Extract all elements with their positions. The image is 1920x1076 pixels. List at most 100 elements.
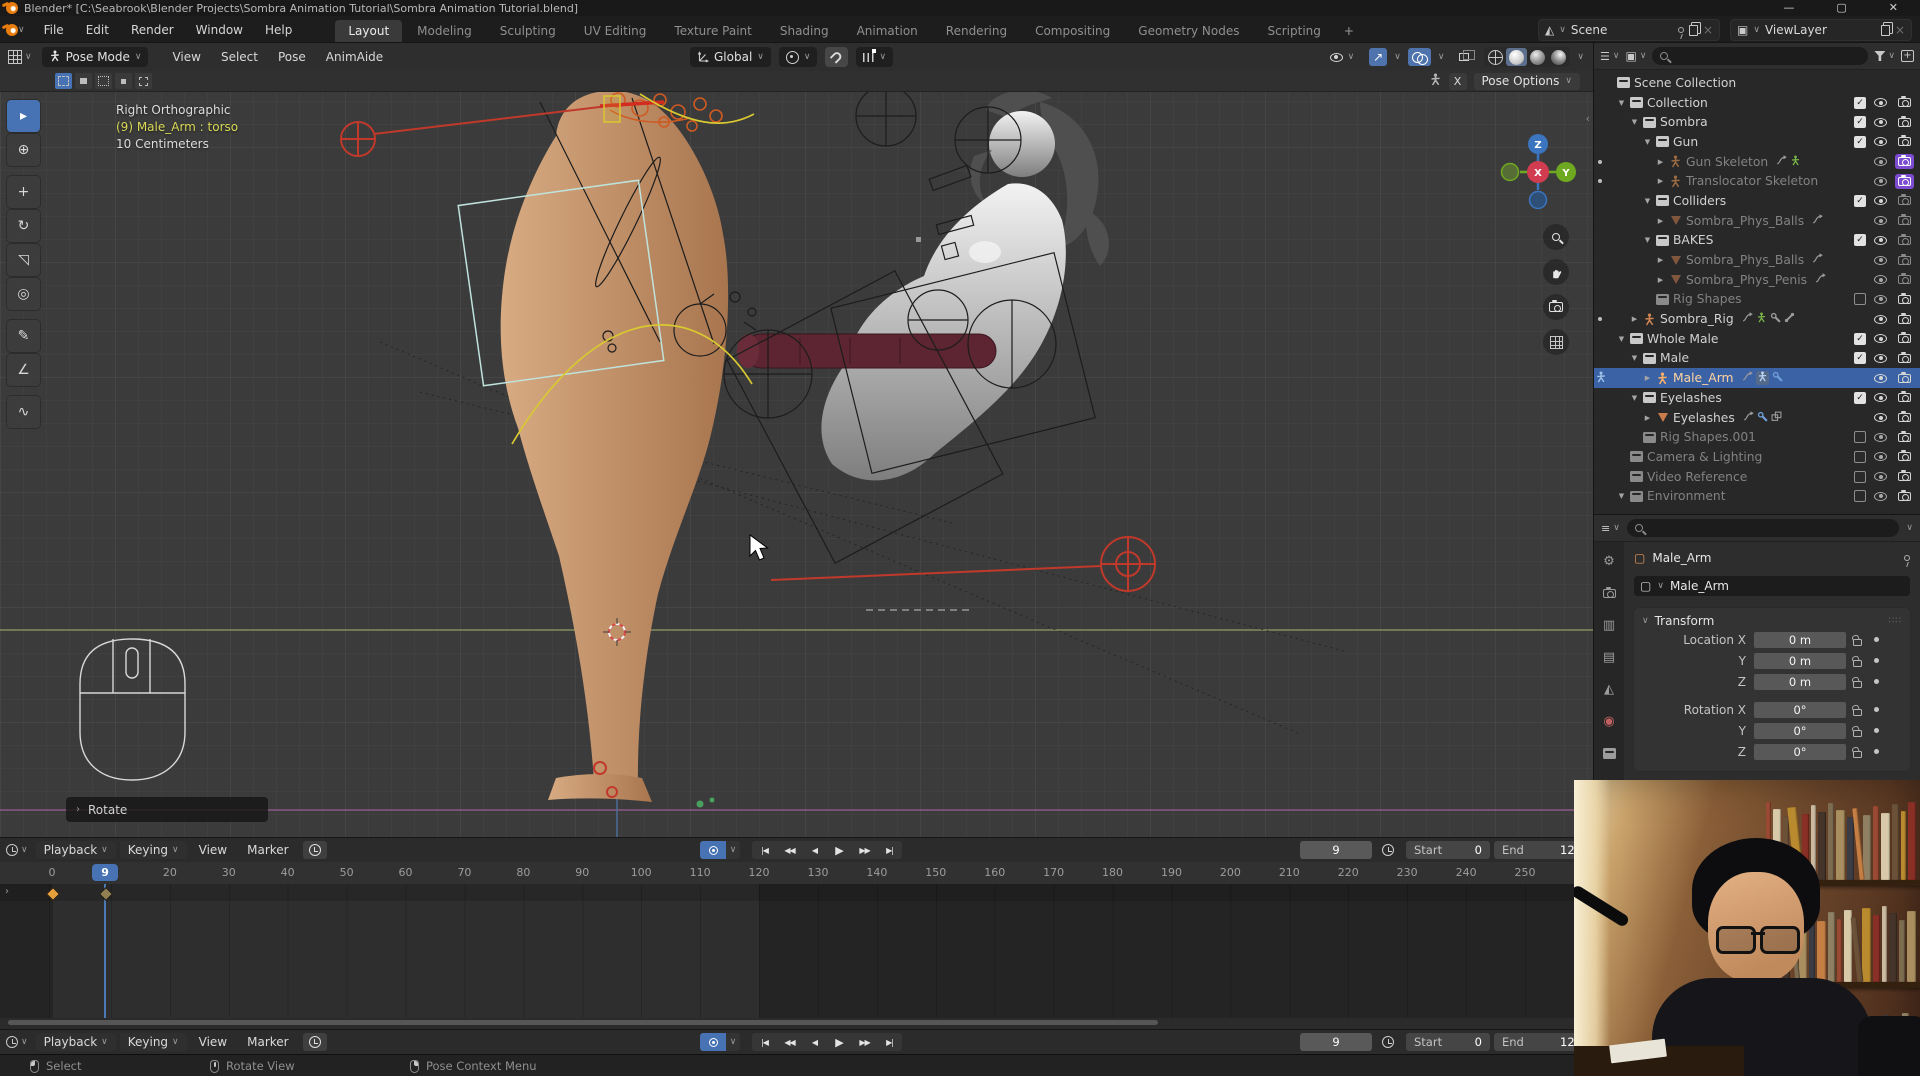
outliner-search-input[interactable] bbox=[1652, 47, 1868, 65]
disable-render-camera-icon[interactable] bbox=[1895, 154, 1914, 169]
collapse-arrow-icon[interactable]: ▼ bbox=[1628, 354, 1641, 362]
collapse-arrow-icon[interactable]: ▼ bbox=[1628, 118, 1641, 126]
transform-value-field[interactable]: 0° bbox=[1754, 723, 1846, 739]
auto-keyframe-button[interactable] bbox=[700, 1033, 726, 1051]
disable-render-camera-icon[interactable] bbox=[1895, 174, 1914, 189]
drag-grip-icon[interactable]: ∷∷ bbox=[1889, 616, 1902, 626]
hide-eye-icon[interactable] bbox=[1874, 177, 1887, 186]
properties-tab-tool[interactable]: ⚙ bbox=[1603, 554, 1615, 569]
hide-eye-icon[interactable] bbox=[1874, 354, 1887, 363]
expand-arrow-icon[interactable]: ▶ bbox=[1654, 158, 1667, 166]
disable-render-camera-icon[interactable] bbox=[1895, 253, 1914, 268]
pose-options-dropdown[interactable]: Pose Options ∨ bbox=[1474, 73, 1581, 90]
close-button[interactable]: ✕ bbox=[1889, 0, 1898, 16]
hide-eye-icon[interactable] bbox=[1874, 413, 1887, 422]
hide-eye-icon[interactable] bbox=[1874, 118, 1887, 127]
pin-icon[interactable] bbox=[1904, 555, 1910, 561]
editor-type-icon[interactable] bbox=[8, 50, 22, 64]
overlays-toggle[interactable] bbox=[1408, 48, 1431, 66]
exclude-checkbox[interactable]: ✓ bbox=[1854, 116, 1866, 128]
chevron-down-icon[interactable]: ∨ bbox=[1906, 523, 1913, 533]
disable-render-camera-icon[interactable] bbox=[1895, 272, 1914, 287]
timeline-menu-keying[interactable]: Keying∨ bbox=[120, 841, 187, 859]
viewport-menu-animaide[interactable]: AnimAide bbox=[316, 47, 393, 67]
timeline-editor-2[interactable]: ∨ Playback∨Keying∨ViewMarker ∨ |◀◀◀◀▶▶▶▶… bbox=[0, 1030, 1594, 1054]
x-mirror-button[interactable]: X bbox=[1449, 73, 1467, 90]
outliner-row-rig-shapes-001[interactable]: Rig Shapes.001 bbox=[1594, 427, 1920, 447]
transform-value-field[interactable]: 0° bbox=[1754, 702, 1846, 718]
editor-type-dropdown[interactable]: ≡∨ bbox=[1601, 522, 1620, 535]
tab-texture-paint[interactable]: Texture Paint bbox=[661, 20, 764, 43]
jump-to-start-button[interactable]: |◀ bbox=[752, 841, 777, 859]
viewport-menu-select[interactable]: Select bbox=[211, 47, 268, 67]
viewport-canvas[interactable]: Right Orthographic (9) Male_Arm : torso … bbox=[0, 92, 1594, 838]
properties-tab-output[interactable]: ▥ bbox=[1603, 618, 1615, 633]
tab-shading[interactable]: Shading bbox=[767, 20, 842, 43]
editor-type-dropdown[interactable]: ∨ bbox=[6, 844, 28, 856]
channel-expand-arrow[interactable]: › bbox=[5, 886, 9, 897]
tool-transform[interactable]: ◎ bbox=[7, 278, 40, 310]
object-name-field[interactable]: ▢ ∨ Male_Arm bbox=[1634, 576, 1910, 596]
disable-render-camera-icon[interactable] bbox=[1895, 390, 1914, 405]
timeline-menu-keying[interactable]: Keying∨ bbox=[120, 1033, 187, 1051]
tool-measure[interactable]: ∠ bbox=[7, 354, 40, 386]
jump-to-end-button[interactable]: ▶| bbox=[877, 1033, 902, 1051]
tab-layout[interactable]: Layout bbox=[335, 20, 402, 43]
lock-icon[interactable] bbox=[1846, 634, 1868, 646]
add-workspace-button[interactable]: + bbox=[1336, 20, 1362, 43]
transform-value-field[interactable]: 0 m bbox=[1754, 653, 1846, 669]
snap-toggle[interactable] bbox=[825, 47, 848, 67]
outliner-row-camera-lighting[interactable]: Camera & Lighting bbox=[1594, 447, 1920, 467]
collapse-arrow-icon[interactable]: ▼ bbox=[1641, 138, 1654, 146]
timecode-toggle-button[interactable] bbox=[303, 841, 327, 859]
collapse-arrow-icon[interactable]: ▼ bbox=[1628, 394, 1641, 402]
outliner-row-collection[interactable]: ▼Collection✓ bbox=[1594, 93, 1920, 113]
xray-toggle[interactable] bbox=[1451, 47, 1477, 67]
close-icon[interactable]: × bbox=[1703, 23, 1713, 37]
tool-rotate[interactable]: ↻ bbox=[7, 210, 40, 242]
disable-render-camera-icon[interactable] bbox=[1895, 351, 1914, 366]
snap-target-dropdown[interactable]: ∨ bbox=[856, 47, 893, 67]
tool-cursor[interactable]: ⊕ bbox=[7, 134, 40, 166]
disable-render-camera-icon[interactable] bbox=[1895, 233, 1914, 248]
pin-icon[interactable] bbox=[1678, 27, 1684, 33]
tool-annotate[interactable]: ✎ bbox=[7, 320, 40, 352]
filter-dropdown[interactable]: ∨ bbox=[1874, 51, 1895, 61]
outliner-row-gun[interactable]: ▼Gun✓ bbox=[1594, 132, 1920, 152]
outliner-row-eyelashes[interactable]: ▼Eyelashes✓ bbox=[1594, 388, 1920, 408]
disable-render-camera-icon[interactable] bbox=[1895, 489, 1914, 504]
timeline-menu-marker[interactable]: Marker bbox=[239, 841, 296, 859]
hide-eye-icon[interactable] bbox=[1874, 157, 1887, 166]
jump-to-start-button[interactable]: |◀ bbox=[752, 1033, 777, 1051]
hide-eye-icon[interactable] bbox=[1874, 256, 1887, 265]
outliner-row-eyelashes[interactable]: ▶Eyelashes bbox=[1594, 408, 1920, 428]
stopwatch-icon[interactable] bbox=[1382, 844, 1394, 856]
lock-icon[interactable] bbox=[1846, 746, 1868, 758]
animate-dot-icon[interactable] bbox=[1868, 749, 1884, 754]
shading-rendered-button[interactable] bbox=[1548, 48, 1569, 66]
properties-tab-render[interactable] bbox=[1603, 586, 1616, 601]
mode-dropdown[interactable]: Pose Mode ∨ bbox=[42, 47, 149, 67]
disable-render-camera-icon[interactable] bbox=[1895, 371, 1914, 386]
next-keyframe-button[interactable]: ▶▶ bbox=[852, 1033, 877, 1051]
menu-window[interactable]: Window bbox=[187, 20, 252, 40]
view-layer-selector[interactable]: ▣ ∨ ViewLayer × bbox=[1730, 19, 1912, 41]
hide-eye-icon[interactable] bbox=[1874, 275, 1887, 284]
transform-value-field[interactable]: 0° bbox=[1754, 744, 1846, 760]
disable-render-camera-icon[interactable] bbox=[1895, 449, 1914, 464]
shading-solid-button[interactable] bbox=[1506, 48, 1527, 66]
tool-move[interactable]: + bbox=[7, 176, 40, 208]
new-collection-button[interactable]: + bbox=[1901, 50, 1914, 62]
autokey-dropdown[interactable]: ∨ bbox=[726, 841, 740, 859]
viewport-menu-pose[interactable]: Pose bbox=[268, 47, 316, 67]
timeline-menu-playback[interactable]: Playback∨ bbox=[36, 841, 116, 859]
properties-tab-view-layer[interactable]: ▤ bbox=[1603, 650, 1615, 665]
outliner-row-environment[interactable]: ▼Environment bbox=[1594, 486, 1920, 506]
expand-arrow-icon[interactable]: ▶ bbox=[1654, 276, 1667, 284]
select-set-button[interactable] bbox=[55, 73, 72, 89]
collapse-arrow-icon[interactable]: ▼ bbox=[1641, 197, 1654, 205]
previous-frame-button[interactable]: ◀ bbox=[802, 841, 827, 859]
maximize-button[interactable]: ▢ bbox=[1836, 0, 1846, 16]
tab-rendering[interactable]: Rendering bbox=[933, 20, 1020, 43]
outliner-row-sombra-phys-balls[interactable]: ▶Sombra_Phys_Balls bbox=[1594, 211, 1920, 231]
